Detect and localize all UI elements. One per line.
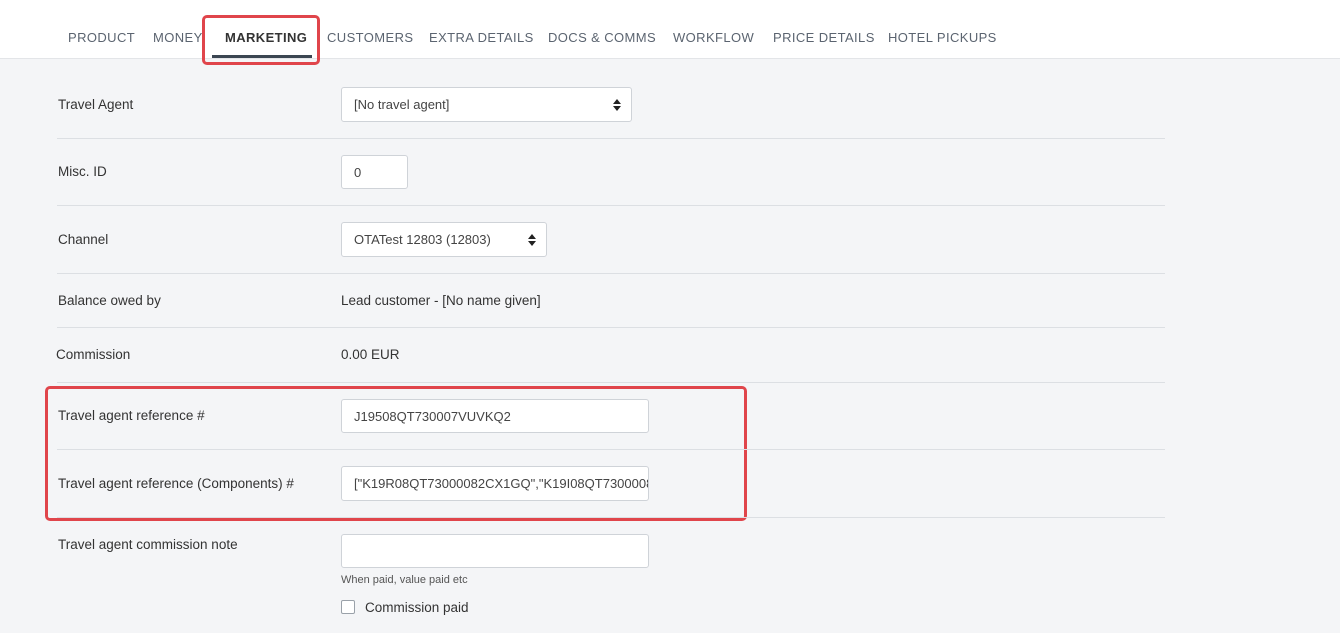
ta-reference-input[interactable]: J19508QT730007VUVKQ2 — [341, 399, 649, 433]
tab-docs-comms[interactable]: DOCS & COMMS — [548, 0, 656, 58]
misc-id-label: Misc. ID — [58, 164, 107, 179]
misc-id-input-value: 0 — [354, 164, 362, 180]
travel-agent-select-value: [No travel agent] — [354, 97, 450, 112]
ta-commission-note-input[interactable] — [341, 534, 649, 568]
row-divider — [57, 382, 1165, 383]
row-divider — [57, 449, 1165, 450]
channel-select[interactable]: OTATest 12803 (12803) — [341, 222, 547, 257]
ta-reference-input-value: J19508QT730007VUVKQ2 — [354, 408, 511, 424]
tab-product[interactable]: PRODUCT — [68, 0, 135, 58]
tab-price-details[interactable]: PRICE DETAILS — [773, 0, 875, 58]
tab-workflow[interactable]: WORKFLOW — [673, 0, 754, 58]
commission-paid-label[interactable]: Commission paid — [365, 600, 469, 615]
travel-agent-select[interactable]: [No travel agent] — [341, 87, 632, 122]
tab-marketing[interactable]: MARKETING — [225, 0, 307, 58]
channel-label: Channel — [58, 232, 109, 247]
select-arrows-icon — [528, 233, 536, 246]
ta-commission-note-label: Travel agent commission note — [58, 537, 238, 552]
channel-select-value: OTATest 12803 (12803) — [354, 232, 491, 247]
row-divider — [57, 327, 1165, 328]
commission-value: 0.00 EUR — [341, 347, 400, 362]
select-arrows-icon — [613, 98, 621, 111]
tab-hotel-pickups[interactable]: HOTEL PICKUPS — [888, 0, 997, 58]
row-divider — [57, 138, 1165, 139]
tab-customers[interactable]: CUSTOMERS — [327, 0, 413, 58]
balance-owed-by-label: Balance owed by — [58, 293, 161, 308]
row-divider — [57, 273, 1165, 274]
active-tab-underline — [212, 55, 312, 58]
tab-money[interactable]: MONEY — [153, 0, 203, 58]
tab-extra-details[interactable]: EXTRA DETAILS — [429, 0, 534, 58]
travel-agent-label: Travel Agent — [58, 97, 134, 112]
row-divider — [57, 517, 1165, 518]
ta-reference-components-label: Travel agent reference (Components) # — [58, 476, 294, 491]
tab-bar: PRODUCT MONEY MARKETING CUSTOMERS EXTRA … — [0, 0, 1340, 59]
ta-commission-note-hint: When paid, value paid etc — [341, 574, 468, 586]
ta-reference-components-input-value: ["K19R08QT73000082CX1GQ","K19I08QT730000… — [354, 476, 649, 491]
row-divider — [57, 205, 1165, 206]
ta-reference-label: Travel agent reference # — [58, 408, 205, 423]
commission-paid-checkbox[interactable] — [341, 600, 355, 614]
misc-id-input[interactable]: 0 — [341, 155, 408, 189]
commission-label: Commission — [56, 347, 131, 362]
balance-owed-by-value: Lead customer - [No name given] — [341, 293, 541, 308]
ta-reference-components-input[interactable]: ["K19R08QT73000082CX1GQ","K19I08QT730000… — [341, 466, 649, 501]
